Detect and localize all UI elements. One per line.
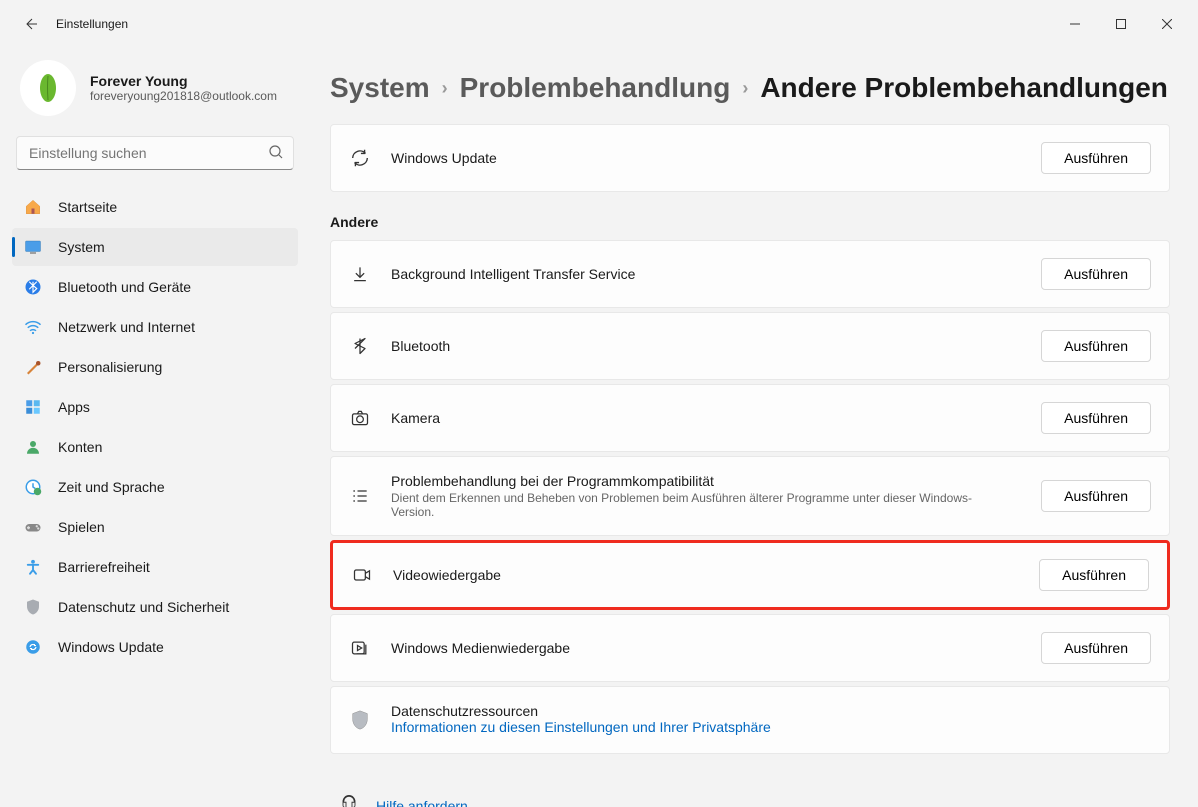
shield-icon: [24, 598, 42, 616]
card-title: Kamera: [391, 410, 1021, 426]
nav-item-apps[interactable]: Apps: [12, 388, 298, 426]
nav-item-bluetooth[interactable]: Bluetooth und Geräte: [12, 268, 298, 306]
bluetooth-icon: [24, 278, 42, 296]
list-icon: [349, 485, 371, 507]
gamepad-icon: [24, 518, 42, 536]
run-button[interactable]: Ausführen: [1041, 258, 1151, 290]
apps-icon: [24, 398, 42, 416]
nav-item-brush[interactable]: Personalisierung: [12, 348, 298, 386]
card-title: Background Intelligent Transfer Service: [391, 266, 1021, 282]
minimize-button[interactable]: [1052, 8, 1098, 40]
breadcrumb-troubleshoot[interactable]: Problembehandlung: [460, 72, 731, 104]
back-button[interactable]: [20, 14, 40, 34]
troubleshooter-card: Videowiedergabe Ausführen: [330, 540, 1170, 610]
troubleshooter-card: Kamera Ausführen: [330, 384, 1170, 452]
nav-item-person[interactable]: Konten: [12, 428, 298, 466]
nav-label: Netzwerk und Internet: [58, 319, 195, 335]
nav-item-network[interactable]: Netzwerk und Internet: [12, 308, 298, 346]
window-title: Einstellungen: [56, 17, 128, 31]
troubleshooter-card: Windows Medienwiedergabe Ausführen: [330, 614, 1170, 682]
nav-label: System: [58, 239, 105, 255]
nav-label: Spielen: [58, 519, 105, 535]
shield-icon: [349, 709, 371, 731]
nav-label: Barrierefreiheit: [58, 559, 150, 575]
card-title: Windows Medienwiedergabe: [391, 640, 1021, 656]
video-icon: [351, 564, 373, 586]
troubleshooter-card: Bluetooth Ausführen: [330, 312, 1170, 380]
search-container: [16, 136, 294, 170]
search-input[interactable]: [16, 136, 294, 170]
nav-label: Zeit und Sprache: [58, 479, 165, 495]
sidebar-nav: Startseite System Bluetooth und Geräte Netz…: [12, 188, 298, 666]
nav-item-shield[interactable]: Datenschutz und Sicherheit: [12, 588, 298, 626]
run-button[interactable]: Ausführen: [1041, 402, 1151, 434]
avatar: [20, 60, 76, 116]
run-button[interactable]: Ausführen: [1041, 142, 1151, 174]
chevron-right-icon: ›: [442, 78, 448, 99]
privacy-title: Datenschutzressourcen: [391, 703, 1151, 719]
nav-item-system[interactable]: System: [12, 228, 298, 266]
accessibility-icon: [24, 558, 42, 576]
user-email: foreveryoung201818@outlook.com: [90, 89, 277, 103]
card-title: Problembehandlung bei der Programmkompat…: [391, 473, 1021, 489]
maximize-button[interactable]: [1098, 8, 1144, 40]
run-button[interactable]: Ausführen: [1041, 330, 1151, 362]
user-name: Forever Young: [90, 73, 277, 89]
privacy-link[interactable]: Informationen zu diesen Einstellungen un…: [391, 719, 771, 735]
nav-item-gamepad[interactable]: Spielen: [12, 508, 298, 546]
network-icon: [24, 318, 42, 336]
chevron-right-icon: ›: [742, 78, 748, 99]
user-block[interactable]: Forever Young foreveryoung201818@outlook…: [12, 56, 298, 136]
card-title: Bluetooth: [391, 338, 1021, 354]
troubleshooter-card: Problembehandlung bei der Programmkompat…: [330, 456, 1170, 536]
card-windows-update: Windows Update Ausführen: [330, 124, 1170, 192]
nav-label: Apps: [58, 399, 90, 415]
run-button[interactable]: Ausführen: [1041, 480, 1151, 512]
run-button[interactable]: Ausführen: [1039, 559, 1149, 591]
nav-label: Startseite: [58, 199, 117, 215]
section-title: Andere: [330, 214, 1170, 230]
run-button[interactable]: Ausführen: [1041, 632, 1151, 664]
update-icon: [24, 638, 42, 656]
help-link[interactable]: Hilfe anfordern: [376, 798, 468, 807]
privacy-card: Datenschutzressourcen Informationen zu d…: [330, 686, 1170, 754]
person-icon: [24, 438, 42, 456]
nav-label: Datenschutz und Sicherheit: [58, 599, 229, 615]
breadcrumb: System › Problembehandlung › Andere Prob…: [330, 48, 1170, 124]
close-button[interactable]: [1144, 8, 1190, 40]
breadcrumb-current: Andere Problembehandlungen: [760, 72, 1168, 104]
card-desc: Dient dem Erkennen und Beheben von Probl…: [391, 491, 991, 519]
troubleshooter-card: Background Intelligent Transfer Service A…: [330, 240, 1170, 308]
bluetooth-icon: [349, 335, 371, 357]
search-icon: [268, 144, 284, 165]
system-icon: [24, 238, 42, 256]
nav-item-accessibility[interactable]: Barrierefreiheit: [12, 548, 298, 586]
card-title: Windows Update: [391, 150, 1021, 166]
media-icon: [349, 637, 371, 659]
breadcrumb-system[interactable]: System: [330, 72, 430, 104]
nav-item-clock[interactable]: Zeit und Sprache: [12, 468, 298, 506]
clock-icon: [24, 478, 42, 496]
help-icon: [340, 794, 358, 807]
nav-label: Personalisierung: [58, 359, 162, 375]
camera-icon: [349, 407, 371, 429]
nav-item-home[interactable]: Startseite: [12, 188, 298, 226]
home-icon: [24, 198, 42, 216]
card-title: Videowiedergabe: [393, 567, 1019, 583]
brush-icon: [24, 358, 42, 376]
sync-icon: [349, 147, 371, 169]
nav-label: Bluetooth und Geräte: [58, 279, 191, 295]
nav-label: Konten: [58, 439, 102, 455]
nav-item-update[interactable]: Windows Update: [12, 628, 298, 666]
nav-label: Windows Update: [58, 639, 164, 655]
help-row: Hilfe anfordern: [330, 758, 1170, 807]
download-icon: [349, 263, 371, 285]
